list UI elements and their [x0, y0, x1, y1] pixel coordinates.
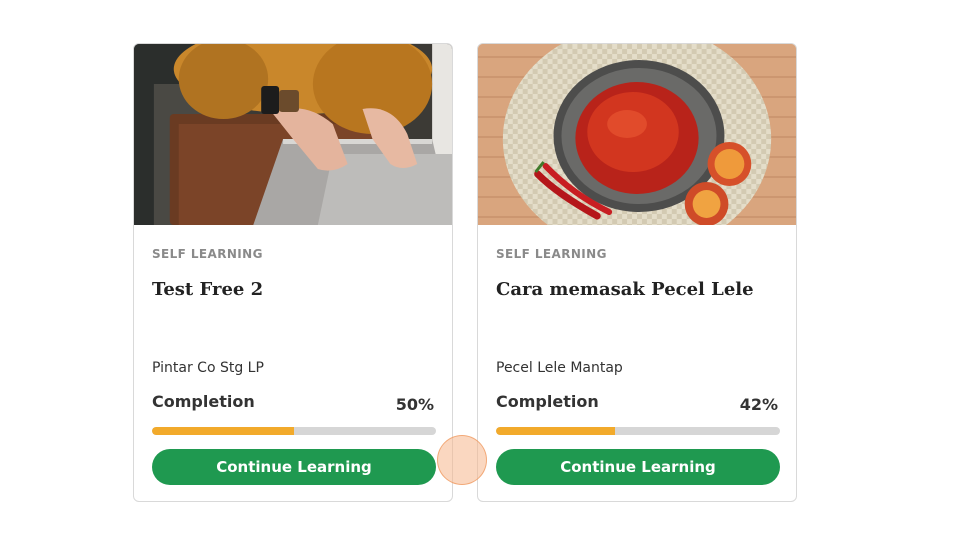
course-card-test-free-2[interactable]: SELF LEARNING Test Free 2 Pintar Co Stg …	[133, 43, 453, 502]
completion-progress-fill	[496, 427, 616, 435]
course-card-cara-memasak-pecel-lele[interactable]: SELF LEARNING Cara memasak Pecel Lele Pe…	[477, 43, 797, 502]
laptop-photo-icon	[134, 44, 452, 225]
completion-percent: 42%	[739, 395, 778, 414]
completion-progress-bar	[152, 427, 436, 435]
course-title[interactable]: Test Free 2	[152, 279, 263, 300]
continue-learning-button[interactable]: Continue Learning	[496, 449, 780, 485]
completion-label: Completion	[152, 392, 255, 411]
course-thumbnail-sambal[interactable]	[478, 44, 796, 225]
completion-label: Completion	[496, 392, 599, 411]
completion-percent: 50%	[395, 395, 434, 414]
completion-progress-bar	[496, 427, 780, 435]
sambal-bowl-photo-icon	[478, 44, 796, 225]
course-thumbnail-laptop[interactable]	[134, 44, 452, 225]
course-list: SELF LEARNING Test Free 2 Pintar Co Stg …	[0, 0, 963, 534]
course-category: SELF LEARNING	[496, 247, 607, 261]
course-title[interactable]: Cara memasak Pecel Lele	[496, 279, 754, 300]
completion-progress-fill	[152, 427, 294, 435]
course-category: SELF LEARNING	[152, 247, 263, 261]
course-provider: Pintar Co Stg LP	[152, 360, 264, 376]
course-provider: Pecel Lele Mantap	[496, 360, 623, 376]
continue-learning-button[interactable]: Continue Learning	[152, 449, 436, 485]
